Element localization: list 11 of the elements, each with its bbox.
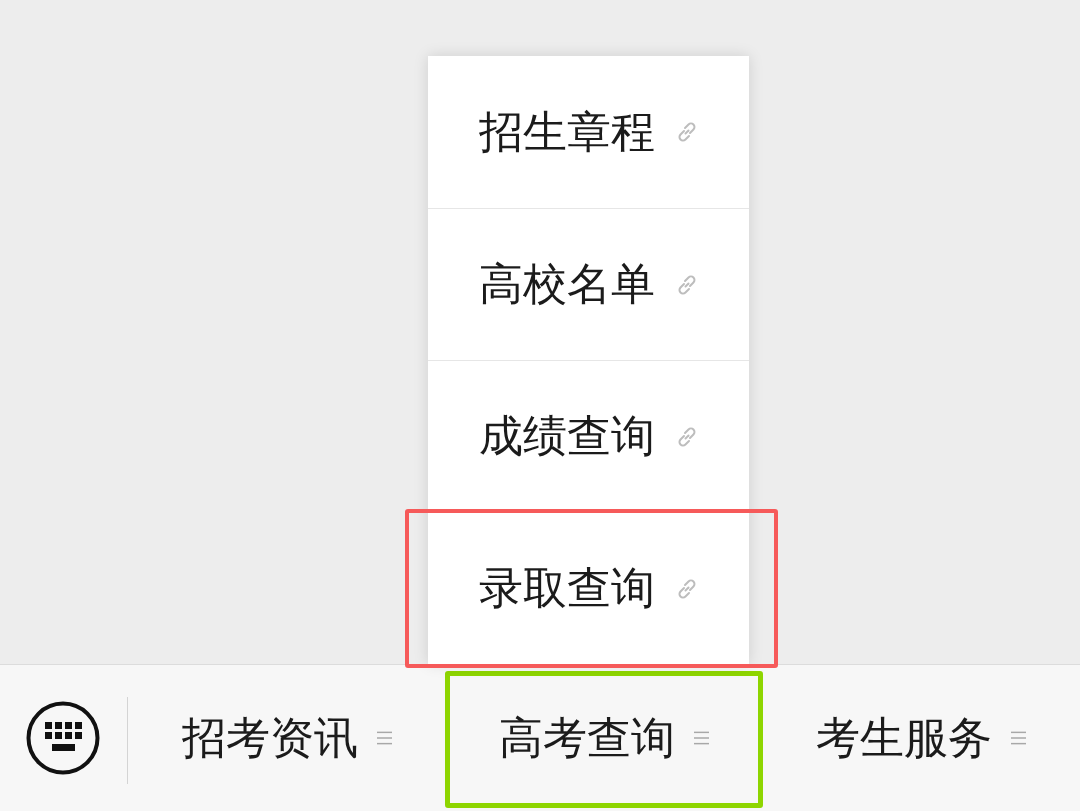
menu-lines-icon — [376, 730, 392, 746]
menu-item[interactable]: 录取查询 — [428, 513, 750, 664]
menu-lines-icon — [694, 730, 709, 746]
menu-tab[interactable]: 高考查询 — [450, 676, 758, 803]
menu-item[interactable]: 成绩查询 — [428, 361, 750, 512]
menu-item[interactable]: 招生章程 — [428, 56, 750, 208]
menu-item[interactable]: 高校名单 — [428, 209, 750, 360]
keyboard-icon[interactable] — [25, 701, 100, 775]
menu-lines-icon — [1011, 730, 1027, 746]
menu-tab[interactable]: 招考资讯 — [128, 665, 446, 811]
menu-tab[interactable]: 考生服务 — [762, 665, 1080, 811]
